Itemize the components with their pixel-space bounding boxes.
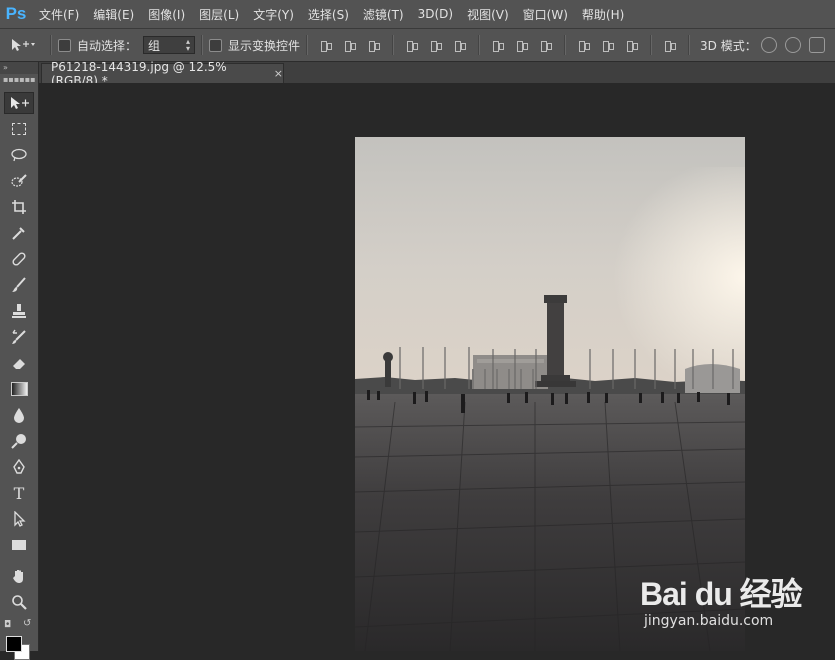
3d-pan-icon[interactable] (808, 37, 825, 53)
lasso-icon (11, 148, 27, 162)
brush-tool[interactable] (4, 274, 34, 296)
menu-file[interactable]: 文件(F) (32, 6, 86, 23)
auto-select-dropdown[interactable]: 组 ▴ ▾ (143, 36, 196, 54)
distribute-vcenter-icon[interactable] (515, 38, 529, 52)
swap-colors-icon[interactable]: ↺ (23, 618, 31, 629)
rectangle-icon (12, 540, 26, 550)
dodge-icon (11, 434, 26, 449)
eraser-icon (13, 359, 25, 369)
clone-stamp-tool[interactable] (4, 300, 34, 322)
rectangle-tool[interactable] (4, 534, 34, 556)
tools-panel: » ▪▪▪▪▪▪ T ◘ ↺ (0, 62, 39, 651)
menu-view[interactable]: 视图(V) (460, 6, 516, 23)
history-brush-icon (12, 329, 26, 344)
auto-select-label: 自动选择： (77, 38, 138, 53)
dodge-tool[interactable] (4, 430, 34, 452)
distribute-left-icon[interactable] (577, 38, 591, 52)
distribute-right-icon[interactable] (625, 38, 639, 52)
zoom-tool[interactable] (4, 591, 34, 613)
menu-bar: Ps 文件(F) 编辑(E) 图像(I) 图层(L) 文字(Y) 选择(S) 滤… (0, 0, 835, 29)
menu-image[interactable]: 图像(I) (141, 6, 192, 23)
crop-icon (12, 200, 26, 214)
marquee-tool[interactable] (4, 118, 34, 140)
menu-edit[interactable]: 编辑(E) (86, 6, 141, 23)
type-icon: T (13, 483, 25, 503)
separator (478, 35, 481, 55)
quick-select-tool[interactable] (4, 170, 34, 192)
move-tool-icon (11, 97, 29, 109)
auto-select-value: 组 (148, 38, 161, 53)
marquee-icon (12, 123, 26, 135)
path-select-icon (14, 511, 26, 527)
eyedropper-icon (12, 227, 25, 240)
tool-preset-picker[interactable] (0, 38, 44, 52)
blur-tool[interactable] (4, 404, 34, 426)
show-transform-label: 显示变换控件 (228, 38, 301, 53)
menu-filter[interactable]: 滤镜(T) (356, 6, 411, 23)
align-vcenter-icon[interactable] (343, 38, 357, 52)
separator (201, 35, 204, 55)
move-tool[interactable] (4, 92, 34, 114)
gradient-tool[interactable] (4, 378, 34, 400)
show-transform-checkbox[interactable] (209, 38, 223, 52)
separator (688, 35, 691, 55)
stamp-icon (12, 304, 26, 318)
align-right-icon[interactable] (453, 38, 467, 52)
move-tool-icon (12, 39, 35, 51)
distribute-bottom-icon[interactable] (539, 38, 553, 52)
type-tool[interactable]: T (4, 482, 34, 504)
align-bottom-icon[interactable] (367, 38, 381, 52)
gradient-icon (10, 382, 28, 396)
separator (650, 35, 653, 55)
document-tab-bar: P61218-144319.jpg @ 12.5%(RGB/8) * × (39, 60, 835, 88)
distribute-top-icon[interactable] (491, 38, 505, 52)
separator (50, 35, 52, 55)
3d-rotate-icon[interactable] (760, 37, 777, 53)
history-brush-tool[interactable] (4, 326, 34, 348)
close-icon[interactable]: × (274, 67, 283, 80)
menu-layer[interactable]: 图层(L) (192, 6, 246, 23)
watermark-site: jingyan.baidu.com (644, 613, 774, 629)
auto-align-layers-icon[interactable] (663, 38, 677, 52)
pen-tool[interactable] (4, 456, 34, 478)
hand-tool[interactable] (4, 565, 34, 587)
pen-icon (13, 459, 25, 474)
photoshop-logo: Ps (5, 4, 27, 23)
menu-select[interactable]: 选择(S) (301, 6, 356, 23)
separator (306, 35, 309, 55)
path-select-tool[interactable] (4, 508, 34, 530)
menu-type[interactable]: 文字(Y) (246, 6, 301, 23)
auto-select-checkbox[interactable] (58, 38, 71, 52)
zoom-icon (12, 595, 27, 610)
eyedropper-tool[interactable] (4, 222, 34, 244)
menu-window[interactable]: 窗口(W) (516, 6, 575, 23)
align-top-icon[interactable] (319, 38, 333, 52)
eraser-tool[interactable] (4, 352, 34, 374)
separator (564, 35, 567, 55)
3d-mode-label: 3D 模式： (700, 38, 757, 53)
foreground-color-swatch[interactable] (6, 636, 22, 652)
bandage-icon (12, 252, 26, 266)
baidu-watermark: Bai du 经验 jingyan.baidu.com (640, 565, 830, 635)
lasso-tool[interactable] (4, 144, 34, 166)
watermark-brand: Bai du 经验 (640, 576, 803, 612)
crop-tool[interactable] (4, 196, 34, 218)
stepper-arrows-icon: ▴ ▾ (186, 37, 191, 53)
document-tab[interactable]: P61218-144319.jpg @ 12.5%(RGB/8) * × (41, 60, 284, 88)
menu-help[interactable]: 帮助(H) (575, 6, 631, 23)
healing-brush-tool[interactable] (4, 248, 34, 270)
quick-select-icon (11, 174, 27, 187)
default-colors-icon[interactable]: ◘ (4, 620, 11, 630)
panel-collapse-handle[interactable]: » ▪▪▪▪▪▪ (0, 62, 38, 84)
brush-icon (12, 277, 26, 292)
separator (392, 35, 395, 55)
menu-3d[interactable]: 3D(D) (411, 7, 460, 21)
distribute-hcenter-icon[interactable] (601, 38, 615, 52)
drop-icon (14, 408, 24, 423)
align-left-icon[interactable] (405, 38, 419, 52)
align-hcenter-icon[interactable] (429, 38, 443, 52)
options-bar: 自动选择： 组 ▴ ▾ 显示变换控件 3D 模式： (0, 29, 835, 62)
3d-roll-icon[interactable] (784, 37, 801, 53)
hand-icon (13, 570, 23, 583)
